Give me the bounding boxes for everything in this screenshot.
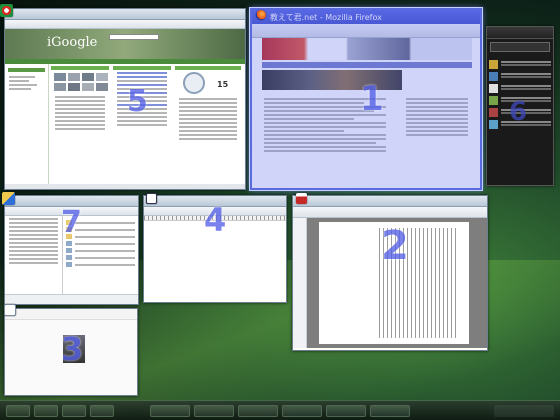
igoogle-content: 15 <box>5 64 245 189</box>
browser-app-icon <box>0 4 13 17</box>
browser-toolbar <box>5 20 245 29</box>
browser-window[interactable]: iGoogle 15 5 <box>4 8 246 190</box>
window-number-5: 5 <box>127 84 148 119</box>
igoogle-gadget-column-3: 15 <box>173 64 243 189</box>
taskbar-button[interactable] <box>282 405 322 417</box>
firefox-window[interactable]: 教えて君.net - Mozilla Firefox 1 <box>250 8 482 190</box>
clock-gadget: 15 <box>175 70 241 96</box>
explorer-statusbar <box>5 294 138 304</box>
igoogle-left-nav <box>5 64 49 189</box>
igoogle-header: iGoogle <box>5 29 245 59</box>
taskbar-button[interactable] <box>370 405 410 417</box>
reader-toolbar <box>293 207 487 218</box>
taskbar-button[interactable] <box>90 405 114 417</box>
gadget-lines-3 <box>175 98 241 140</box>
explorer-file-list-left <box>5 216 63 294</box>
igoogle-gadget-column-2 <box>111 64 173 189</box>
window-number-1: 1 <box>360 79 384 119</box>
avatar <box>489 108 498 117</box>
taskbar-button[interactable] <box>326 405 366 417</box>
window-number-4: 4 <box>204 201 227 239</box>
gadget-lines-1 <box>51 96 109 130</box>
file-icon <box>66 241 72 246</box>
browser-statusbar <box>5 184 245 189</box>
system-tray <box>494 405 554 417</box>
editor-app-icon <box>146 193 157 204</box>
avatar <box>489 84 498 93</box>
taskbar-button[interactable] <box>62 405 86 417</box>
avatar <box>489 60 498 69</box>
taskbar[interactable] <box>0 400 560 420</box>
gadget-header-2 <box>113 66 171 70</box>
window-number-2: 2 <box>381 223 409 269</box>
taskbar-button[interactable] <box>194 405 234 417</box>
reader-titlebar <box>293 196 487 207</box>
reader-side-panel <box>293 218 307 348</box>
nav-header <box>8 68 45 72</box>
gadget-thumbnails <box>51 70 109 94</box>
avatar <box>489 120 498 129</box>
reader-window[interactable]: 2 <box>292 195 488 351</box>
google-search-input[interactable] <box>109 34 159 40</box>
taskbar-button[interactable] <box>6 405 30 417</box>
igoogle-logo: iGoogle <box>47 35 98 50</box>
small-window[interactable]: 3 <box>4 308 138 396</box>
sidebar-app-window[interactable]: 6 <box>486 26 554 186</box>
nav-lines <box>5 76 48 90</box>
taskbar-button[interactable] <box>238 405 278 417</box>
window-number-6: 6 <box>509 97 528 127</box>
taskbar-button[interactable] <box>34 405 58 417</box>
file-icon <box>66 248 72 253</box>
window-number-7: 7 <box>61 205 82 240</box>
editor-window[interactable]: 4 <box>143 195 287 303</box>
browser-titlebar <box>5 9 245 20</box>
explorer-window[interactable]: 7 <box>4 195 139 305</box>
taskbar-button[interactable] <box>150 405 190 417</box>
igoogle-gadget-column-1 <box>49 64 111 189</box>
clock-date: 15 <box>217 80 229 89</box>
explorer-app-icon <box>2 192 15 205</box>
firefox-app-icon <box>256 10 266 20</box>
file-icon <box>66 255 72 260</box>
window-number-3: 3 <box>61 330 84 368</box>
small-titlebar <box>5 309 137 320</box>
sidebar-app-searchbar[interactable] <box>490 42 550 52</box>
small-app-icon <box>4 304 16 316</box>
avatar <box>489 96 498 105</box>
file-icon <box>66 262 72 267</box>
clock-icon <box>183 72 205 94</box>
sidebar-app-header <box>487 27 553 39</box>
avatar <box>489 72 498 81</box>
reader-app-icon <box>296 193 307 204</box>
